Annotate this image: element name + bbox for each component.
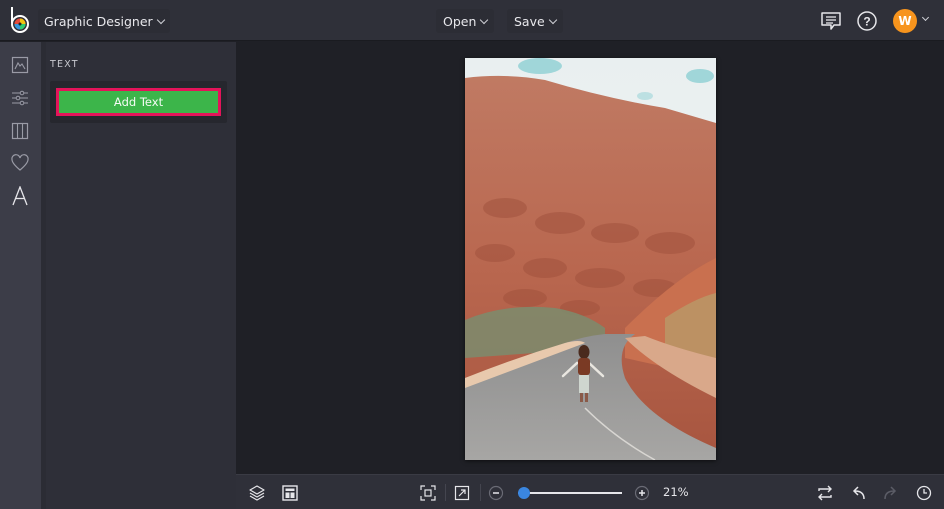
chevron-down-icon	[156, 15, 165, 24]
app-logo-icon[interactable]	[8, 6, 32, 34]
swap-icon[interactable]	[815, 483, 835, 503]
layout-columns-icon[interactable]	[9, 120, 31, 142]
user-avatar[interactable]: W	[893, 9, 917, 33]
open-menu-button[interactable]: Open	[436, 9, 495, 33]
chevron-down-icon[interactable]	[921, 13, 930, 22]
add-text-button[interactable]: Add Text	[56, 88, 221, 116]
panel-title: TEXT	[50, 59, 79, 70]
history-icon[interactable]	[914, 483, 934, 503]
zoom-slider-track[interactable]	[518, 492, 622, 494]
zoom-slider-thumb[interactable]	[518, 487, 531, 499]
undo-icon[interactable]	[848, 483, 868, 503]
open-label: Open	[443, 13, 477, 29]
expand-icon[interactable]	[452, 483, 472, 503]
text-panel: TEXT Add Text	[41, 42, 236, 509]
svg-text:?: ?	[863, 15, 870, 29]
heart-icon[interactable]	[9, 152, 31, 174]
add-text-container: Add Text	[50, 81, 227, 123]
image-icon[interactable]	[9, 54, 31, 76]
canvas-photo[interactable]	[465, 58, 716, 460]
comment-icon[interactable]	[819, 9, 843, 33]
adjust-sliders-icon[interactable]	[9, 87, 31, 109]
design-type-menu[interactable]: Graphic Designer	[38, 9, 170, 33]
canvas-area	[236, 42, 944, 474]
toolbar-divider	[480, 484, 481, 501]
fit-to-screen-icon[interactable]	[418, 483, 438, 503]
bottom-toolbar: 21%	[236, 474, 944, 509]
chevron-down-icon	[548, 15, 557, 24]
layout-icon[interactable]	[280, 483, 300, 503]
toolbar-divider	[445, 484, 446, 501]
zoom-out-icon[interactable]	[486, 483, 506, 503]
design-type-label: Graphic Designer	[44, 13, 153, 29]
top-bar: Graphic Designer Open Save ? W	[0, 0, 944, 41]
tool-rail	[0, 42, 41, 509]
avatar-initial: W	[898, 14, 912, 28]
save-menu-button[interactable]: Save	[507, 9, 563, 33]
chevron-down-icon	[480, 15, 489, 24]
zoom-percent: 21%	[663, 485, 689, 499]
text-icon[interactable]	[9, 185, 31, 207]
layers-icon[interactable]	[247, 483, 267, 503]
zoom-in-icon[interactable]	[632, 483, 652, 503]
save-label: Save	[514, 13, 545, 29]
help-icon[interactable]: ?	[855, 9, 879, 33]
redo-icon[interactable]	[881, 483, 901, 503]
